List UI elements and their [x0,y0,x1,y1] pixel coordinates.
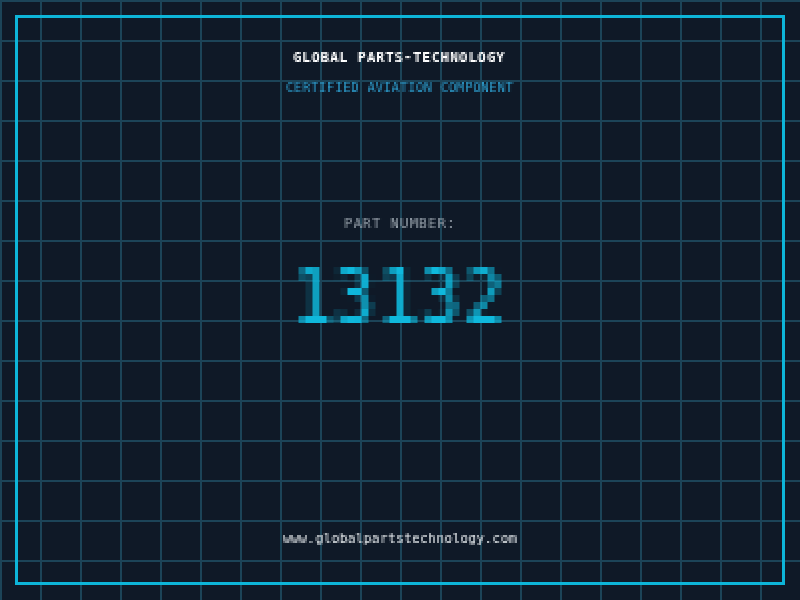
website-url-text-pixels [281,529,519,549]
company-tagline-text-pixels [284,78,516,98]
website-url: www.globalpartstechnology.com [281,529,519,549]
part-number-value: 13132 [284,253,516,351]
company-title-text-pixels [291,48,509,68]
part-number-label: PART NUMBER: [342,214,458,234]
blueprint-part-card: GLOBAL PARTS-TECHNOLOGY CERTIFIED AVIATI… [0,0,800,600]
part-number-label-text-pixels [342,214,458,234]
part-number-value-text-pixels [284,253,516,351]
company-tagline: CERTIFIED AVIATION COMPONENT [284,78,516,98]
company-title: GLOBAL PARTS-TECHNOLOGY [291,48,509,68]
